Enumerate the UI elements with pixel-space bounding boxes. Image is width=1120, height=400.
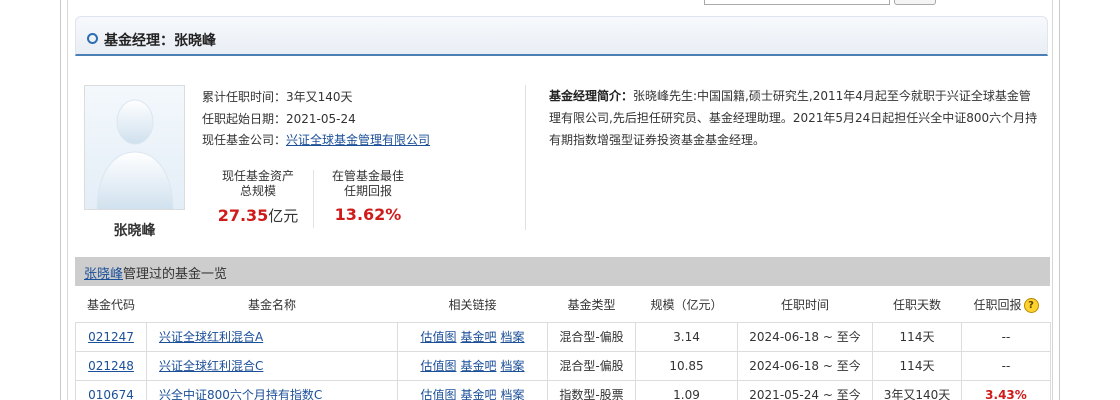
col-header-name: 基金名称 [146,288,398,323]
section-title: 基金经理：张晓峰 [104,33,216,49]
vertical-divider [525,85,526,230]
tenure-period-cell: 2024-06-18 ~ 至今 [737,350,873,381]
col-header-return: 任职回报? [961,288,1051,323]
fund-name-cell: 兴证全球红利混合A [146,321,398,352]
valuation-chart-link[interactable]: 估值图 [420,359,456,373]
tenure-return-cell: 3.43% [961,379,1051,400]
tenure-label: 累计任职时间： [202,90,287,104]
fund-size-cell: 1.09 [635,379,738,400]
fund-name-link[interactable]: 兴证全球红利混合A [159,330,263,344]
stat-value: 27.35亿元 [217,206,299,225]
top-search-input[interactable] [704,0,890,5]
intro-label: 基金经理简介： [549,89,634,103]
start-date-label: 任职起始日期： [202,112,287,126]
fund-type-cell: 混合型-偏股 [547,350,636,381]
fund-forum-link[interactable]: 基金吧 [460,359,496,373]
fund-forum-link[interactable]: 基金吧 [460,330,496,344]
stat-label: 在管基金最佳 任期回报 [331,169,404,198]
top-search-button[interactable] [894,0,936,5]
fund-table: 基金代码 基金名称 相关链接 基金类型 规模（亿元） 任职时间 任职天数 任职回… [75,288,1051,400]
stat-total-assets: 现任基金资产 总规模 27.35亿元 [208,169,308,226]
fund-forum-link[interactable]: 基金吧 [460,388,496,400]
manager-name-link[interactable]: 张晓峰 [84,267,123,282]
stat-label: 现任基金资产 总规模 [221,169,294,198]
table-row: 010674 兴全中证800六个月持有指数C 估值图 基金吧 档案 指数型-股票 1.09 2… [75,379,1051,400]
fund-name-cell: 兴全中证800六个月持有指数C [146,379,398,400]
stat-unit: 亿元 [268,207,299,225]
fund-name-link[interactable]: 兴全中证800六个月持有指数C [159,388,322,400]
fund-list-title: 张晓峰管理过的基金一览 [84,267,228,282]
col-header-code: 基金代码 [75,288,147,323]
col-header-days: 任职天数 [872,288,962,323]
tenure-period-cell: 2024-06-18 ~ 至今 [737,321,873,352]
content-panel: 基金经理：张晓峰 张晓峰 累计任职时间：3年又140天 任职起始日期：2021-… [67,0,1053,400]
col-header-links: 相关链接 [397,288,548,323]
fund-archive-link[interactable]: 档案 [501,388,525,400]
fund-links-cell: 估值图 基金吧 档案 [397,379,548,400]
start-date-value: 2021-05-24 [286,112,356,126]
tenure-value: 3年又140天 [286,90,353,104]
fund-code-cell: 021248 [75,350,147,381]
section-header: 基金经理：张晓峰 [75,16,1048,56]
fund-code-link[interactable]: 021247 [88,330,134,344]
col-header-size: 规模（亿元） [635,288,738,323]
fund-list-header: 张晓峰管理过的基金一览 [75,257,1050,286]
fund-code-cell: 021247 [75,321,147,352]
fund-name-link[interactable]: 兴证全球红利混合C [159,359,263,373]
company-label: 现任基金公司： [202,133,287,147]
stat-value: 13.62% [334,205,402,224]
manager-name: 张晓峰 [113,223,156,239]
stat-divider [313,170,314,228]
tenure-days-cell: 114天 [872,350,962,381]
page-frame: 基金经理：张晓峰 张晓峰 累计任职时间：3年又140天 任职起始日期：2021-… [60,0,1060,400]
valuation-chart-link[interactable]: 估值图 [420,330,456,344]
table-row: 021248 兴证全球红利混合C 估值图 基金吧 档案 混合型-偏股 10.85 2024-0… [75,350,1051,381]
company-link[interactable]: 兴证全球基金管理有限公司 [286,133,430,147]
fund-size-cell: 10.85 [635,350,738,381]
fund-code-cell: 010674 [75,379,147,400]
start-date-line: 任职起始日期：2021-05-24 [202,110,356,127]
fund-name-cell: 兴证全球红利混合C [146,350,398,381]
col-header-type: 基金类型 [547,288,636,323]
fund-type-cell: 指数型-股票 [547,379,636,400]
table-header-row: 基金代码 基金名称 相关链接 基金类型 规模（亿元） 任职时间 任职天数 任职回… [75,288,1051,323]
tenure-period-cell: 2021-05-24 ~ 至今 [737,379,873,400]
circle-bullet-icon [87,33,98,44]
fund-type-cell: 混合型-偏股 [547,321,636,352]
manager-intro: 基金经理简介：张晓峰先生:中国国籍,硕士研究生,2011年4月起至今就职于兴证全… [549,85,1039,151]
valuation-chart-link[interactable]: 估值图 [420,388,456,400]
company-line: 现任基金公司：兴证全球基金管理有限公司 [202,131,430,148]
fund-links-cell: 估值图 基金吧 档案 [397,321,548,352]
table-row: 021247 兴证全球红利混合A 估值图 基金吧 档案 混合型-偏股 3.14 2024-06… [75,321,1051,352]
fund-code-link[interactable]: 021248 [88,359,134,373]
fund-links-cell: 估值图 基金吧 档案 [397,350,548,381]
fund-archive-link[interactable]: 档案 [501,359,525,373]
tenure-line: 累计任职时间：3年又140天 [202,88,353,105]
tenure-days-cell: 3年又140天 [872,379,962,400]
fund-code-link[interactable]: 010674 [88,388,134,400]
fund-size-cell: 3.14 [635,321,738,352]
question-icon[interactable]: ? [1023,298,1039,314]
tenure-return-cell: -- [961,321,1051,352]
avatar [84,85,185,210]
stat-best-return: 在管基金最佳 任期回报 13.62% [318,169,418,224]
fund-archive-link[interactable]: 档案 [501,330,525,344]
person-silhouette-icon [96,99,174,209]
col-header-period: 任职时间 [737,288,873,323]
tenure-return-cell: -- [961,350,1051,381]
tenure-days-cell: 114天 [872,321,962,352]
